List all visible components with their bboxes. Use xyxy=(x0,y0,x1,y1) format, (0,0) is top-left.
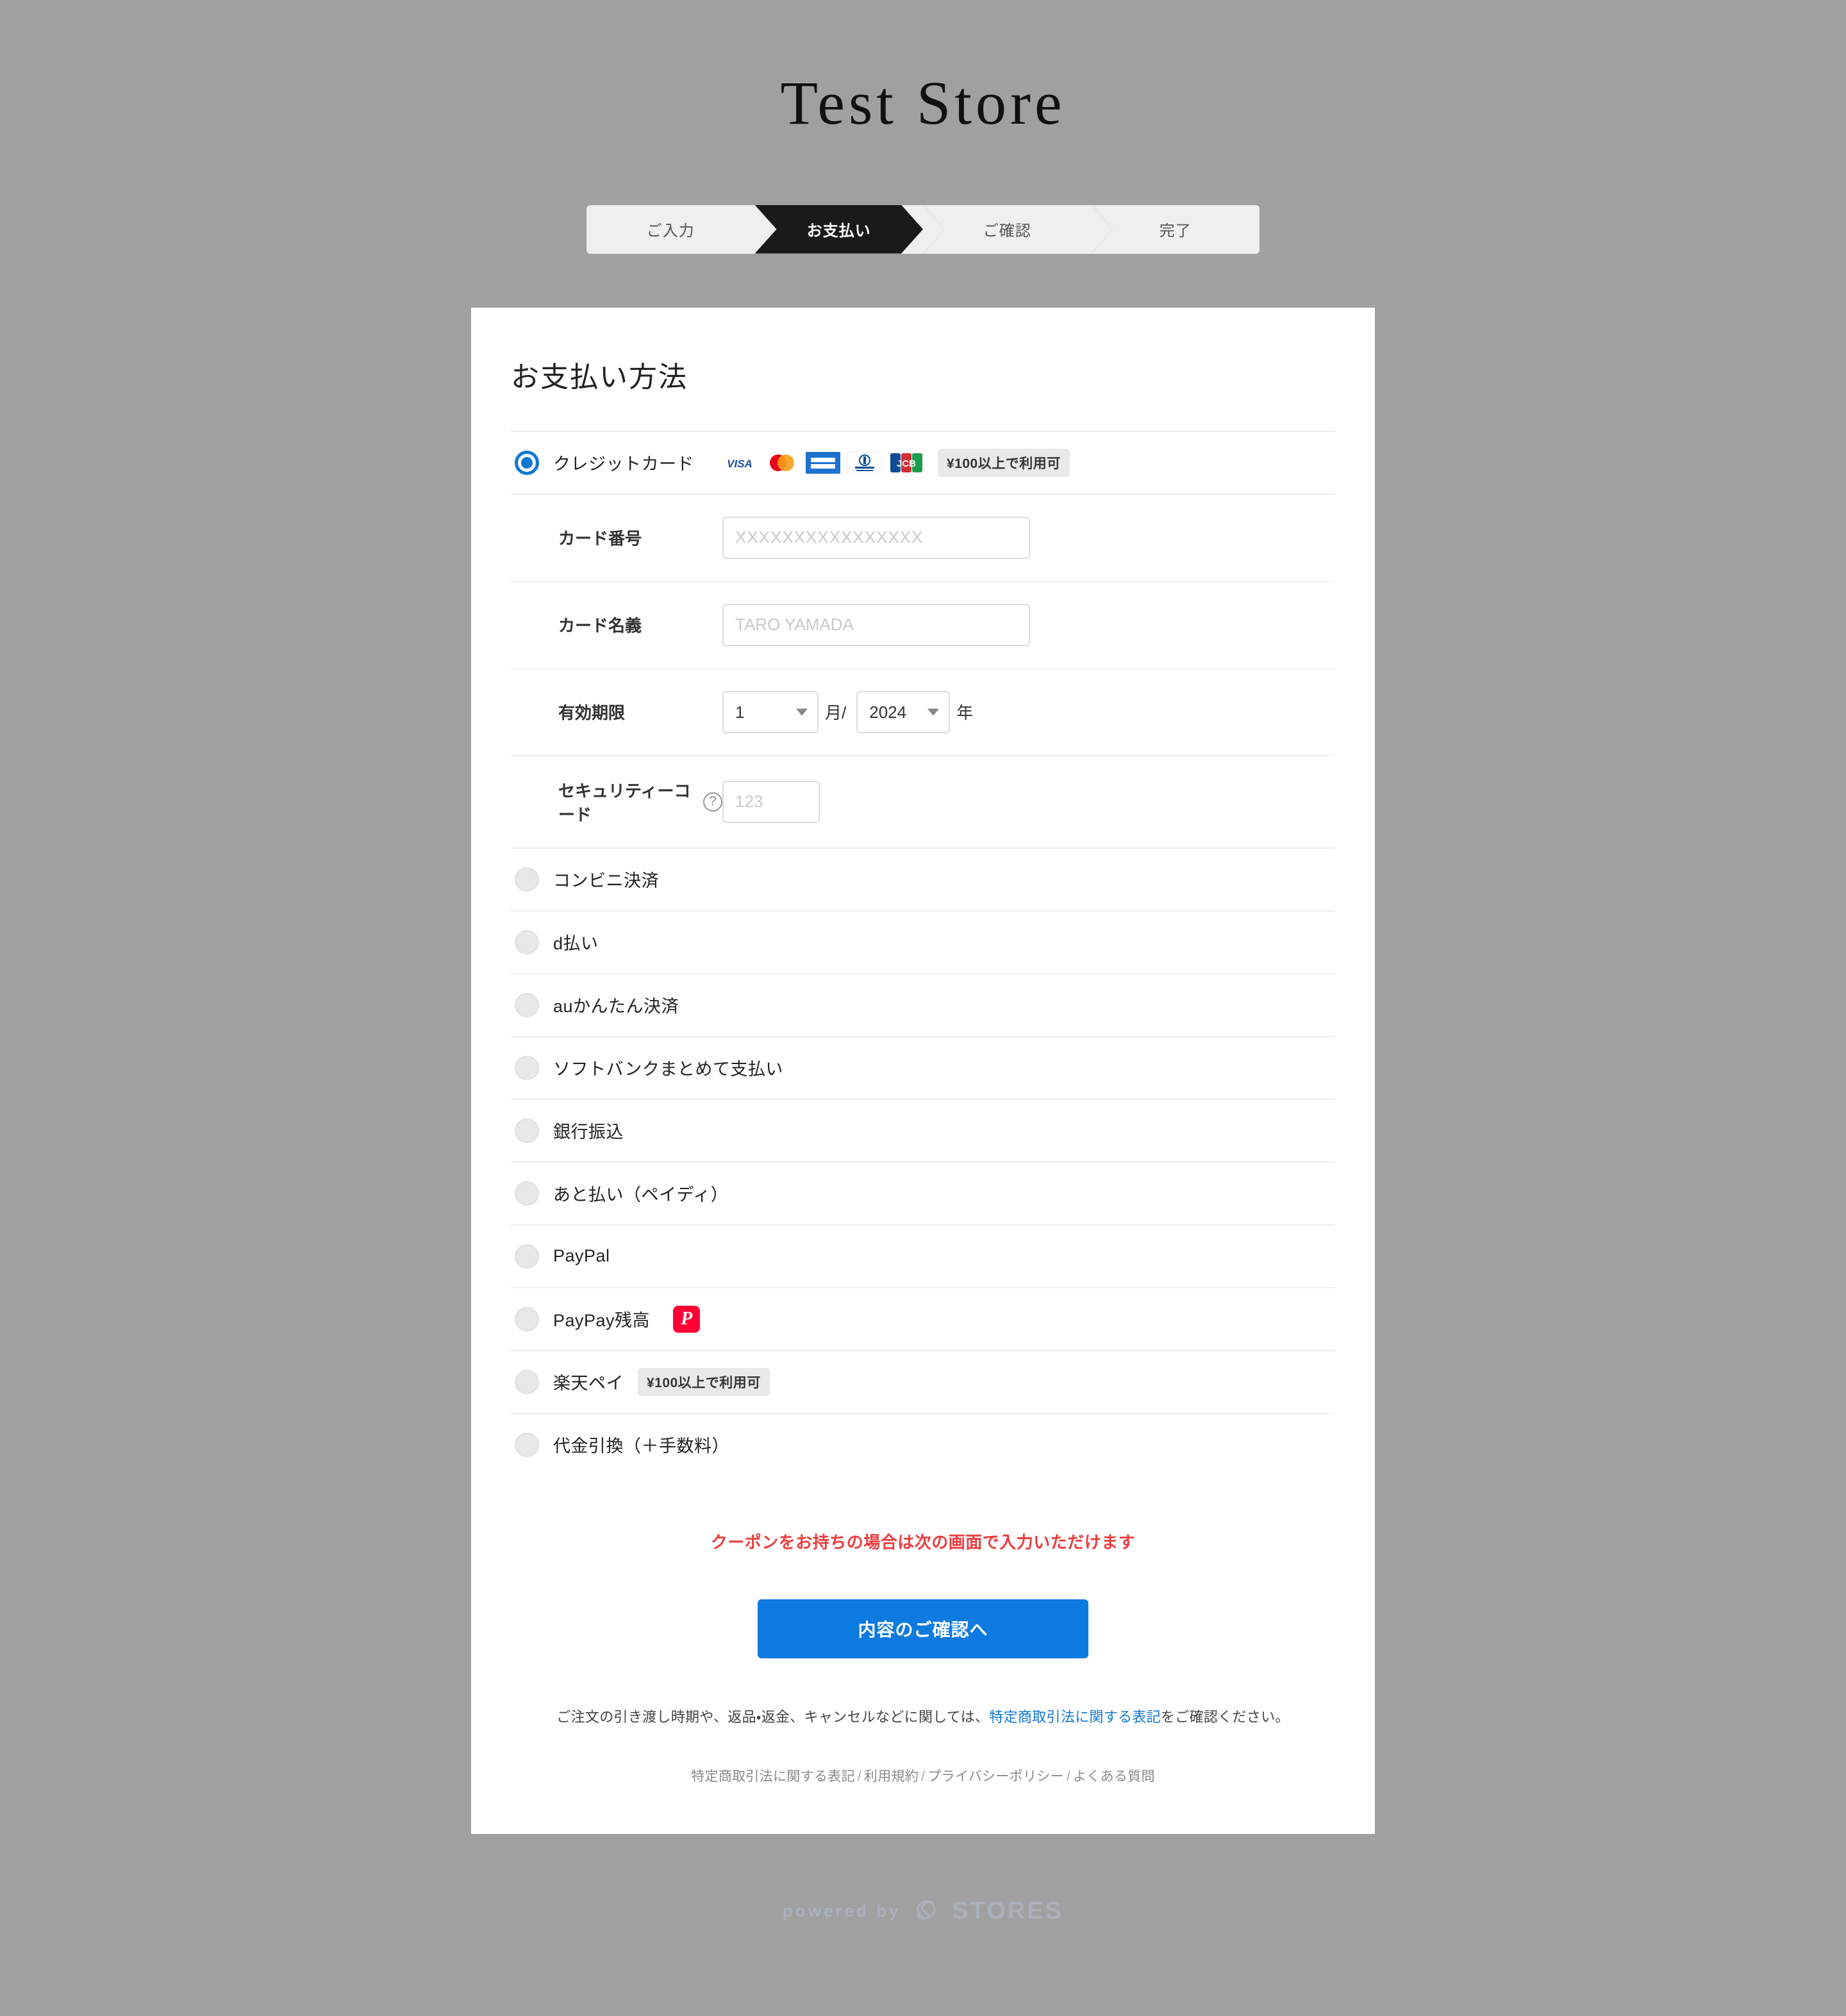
checkout-page: Test Store ご入力 お支払い ご確認 完了 お支払い方法 クレジットカ… xyxy=(0,0,1846,2016)
payment-option-label: auかんたん決済 xyxy=(553,997,679,1017)
radio-softbank[interactable] xyxy=(515,1055,539,1080)
payment-option-paypal[interactable]: PayPal xyxy=(511,1224,1335,1287)
legal-note-link[interactable]: 特定商取引法に関する表記 xyxy=(989,1709,1161,1725)
radio-bank-transfer[interactable] xyxy=(515,1118,539,1143)
form-row-card-name: カード名義 xyxy=(511,580,1335,668)
step-entry[interactable]: ご入力 xyxy=(586,205,755,254)
expiry-year-select[interactable]: 2024 xyxy=(856,690,951,733)
svg-text:VISA: VISA xyxy=(727,458,753,470)
radio-cod[interactable] xyxy=(515,1432,539,1457)
payment-option-label: d払い xyxy=(553,934,599,954)
step-payment[interactable]: お支払い xyxy=(755,205,924,254)
step-entry-label: ご入力 xyxy=(646,222,695,240)
payment-card-inner: お支払い方法 クレジットカード VISA JCB ¥100以上で利用可 カード番… xyxy=(471,308,1375,1834)
month-unit-label: 月/ xyxy=(825,703,847,723)
radio-dbarai[interactable] xyxy=(515,929,539,954)
expiry-label: 有効期限 xyxy=(558,703,626,723)
radio-paypal[interactable] xyxy=(515,1244,539,1269)
footer-link-privacy[interactable]: プライバシーポリシー xyxy=(927,1769,1064,1784)
visa-logo: VISA xyxy=(722,451,757,474)
paypay-logo: P xyxy=(673,1305,701,1333)
radio-paypay[interactable] xyxy=(515,1306,539,1331)
rakuten-pay-minimum-badge: ¥100以上で利用可 xyxy=(638,1367,770,1396)
payment-option-softbank[interactable]: ソフトバンクまとめて支払い xyxy=(511,1035,1335,1099)
step-confirm[interactable]: ご確認 xyxy=(923,205,1092,254)
legal-note: ご注文の引き渡し時期や、返品・返金、キャンセルなどに関しては、特定商取引法に関す… xyxy=(511,1706,1335,1726)
diners-club-logo xyxy=(847,451,882,474)
powered-by-label: powered by xyxy=(782,1901,901,1920)
payment-option-cod[interactable]: 代金引換（＋手数料） xyxy=(511,1412,1335,1476)
radio-credit-card[interactable] xyxy=(515,450,539,475)
radio-paidy[interactable] xyxy=(515,1181,539,1206)
step-confirm-label: ご確認 xyxy=(983,222,1031,240)
footer-link-faq[interactable]: よくある質問 xyxy=(1073,1769,1155,1784)
expiry-year-select-wrap: 2024 xyxy=(856,690,951,733)
legal-note-suffix: をご確認ください。 xyxy=(1160,1708,1290,1725)
checkout-steps: ご入力 お支払い ご確認 完了 xyxy=(0,204,1846,254)
stores-swirl-icon xyxy=(912,1895,940,1927)
amex-logo xyxy=(806,451,840,474)
form-row-card-number: カード番号 xyxy=(511,495,1335,581)
payment-option-rakuten-pay[interactable]: 楽天ペイ ¥100以上で利用可 xyxy=(511,1349,1335,1413)
store-header: Test Store xyxy=(0,0,1846,137)
payment-option-label: あと払い（ペイディ） xyxy=(553,1185,729,1205)
page-title: お支払い方法 xyxy=(511,361,688,393)
payment-option-credit-card[interactable]: クレジットカード VISA JCB ¥100以上で利用可 xyxy=(511,430,1335,494)
footer-links: 特定商取引法に関する表記 / 利用規約 / プライバシーポリシー / よくある質問 xyxy=(511,1766,1335,1834)
store-title: Test Store xyxy=(780,69,1066,137)
footer-separator: / xyxy=(857,1769,861,1784)
payment-option-label: 楽天ペイ xyxy=(553,1374,624,1394)
footer-separator: / xyxy=(921,1769,926,1784)
submit-button-wrap: 内容のご確認へ xyxy=(511,1599,1335,1658)
payment-option-label: クレジットカード xyxy=(553,454,694,474)
footer-separator: / xyxy=(1066,1769,1070,1784)
footer-link-tokutei[interactable]: 特定商取引法に関する表記 xyxy=(691,1769,855,1784)
confirm-button[interactable]: 内容のご確認へ xyxy=(758,1599,1088,1658)
card-number-label: カード番号 xyxy=(558,529,642,549)
radio-konbini[interactable] xyxy=(515,867,539,892)
payment-option-label: PayPay残高 xyxy=(553,1311,651,1331)
cvc-label-wrap: セキュリティーコード ? xyxy=(511,778,722,826)
jcb-logo: JCB xyxy=(889,451,924,474)
form-row-cvc: セキュリティーコード ? xyxy=(511,754,1335,847)
payment-option-label: PayPal xyxy=(553,1246,610,1266)
card-name-label: カード名義 xyxy=(558,616,642,636)
legal-note-prefix: ご注文の引き渡し時期や、返品・返金、キャンセルなどに関しては、 xyxy=(556,1708,990,1725)
payment-option-label: ソフトバンクまとめて支払い xyxy=(553,1060,783,1079)
svg-text:JCB: JCB xyxy=(897,458,916,469)
step-payment-label: お支払い xyxy=(806,222,871,240)
card-number-input[interactable] xyxy=(722,516,1030,559)
step-complete-label: 完了 xyxy=(1159,222,1192,240)
payment-option-paypay[interactable]: PayPay残高 P xyxy=(511,1287,1335,1350)
year-unit-label: 年 xyxy=(956,703,974,723)
mastercard-logo xyxy=(764,451,799,474)
cvc-label: セキュリティーコード xyxy=(558,781,691,824)
expiry-month-select-wrap: 1 xyxy=(722,690,819,733)
expiry-month-select[interactable]: 1 xyxy=(722,690,819,733)
payment-option-paidy[interactable]: あと払い（ペイディ） xyxy=(511,1161,1335,1224)
card-name-input[interactable] xyxy=(722,603,1030,646)
form-row-expiry: 有効期限 1 月/ 2024 年 xyxy=(511,667,1335,755)
footer-link-terms[interactable]: 利用規約 xyxy=(864,1769,919,1784)
cvc-input[interactable] xyxy=(722,780,820,823)
coupon-note: クーポンをお持ちの場合は次の画面で入力いただけます xyxy=(710,1532,1136,1552)
payment-option-au-kantan[interactable]: auかんたん決済 xyxy=(511,972,1335,1036)
credit-card-minimum-badge: ¥100以上で利用可 xyxy=(938,448,1070,477)
credit-card-form: カード番号 カード名義 有効期限 1 月/ xyxy=(511,493,1335,847)
stores-brand-label: STORES xyxy=(952,1897,1064,1924)
payment-card-panel: お支払い方法 クレジットカード VISA JCB ¥100以上で利用可 カード番… xyxy=(471,307,1375,1834)
card-brand-logos: VISA JCB xyxy=(722,451,924,474)
payment-option-konbini[interactable]: コンビニ決済 xyxy=(511,847,1335,910)
payment-option-label: コンビニ決済 xyxy=(553,871,659,891)
payment-option-bank-transfer[interactable]: 銀行振込 xyxy=(511,1098,1335,1162)
radio-rakuten-pay[interactable] xyxy=(515,1369,539,1394)
step-complete[interactable]: 完了 xyxy=(1092,205,1260,254)
payment-option-dbarai[interactable]: d払い xyxy=(511,910,1335,973)
powered-by-watermark: powered by STORES xyxy=(0,1895,1846,1927)
help-icon[interactable]: ? xyxy=(703,792,722,812)
steps-track: ご入力 お支払い ご確認 完了 xyxy=(586,204,1260,254)
radio-au-kantan[interactable] xyxy=(515,992,539,1017)
payment-option-label: 代金引換（＋手数料） xyxy=(553,1437,729,1456)
payment-option-label: 銀行振込 xyxy=(553,1122,624,1142)
